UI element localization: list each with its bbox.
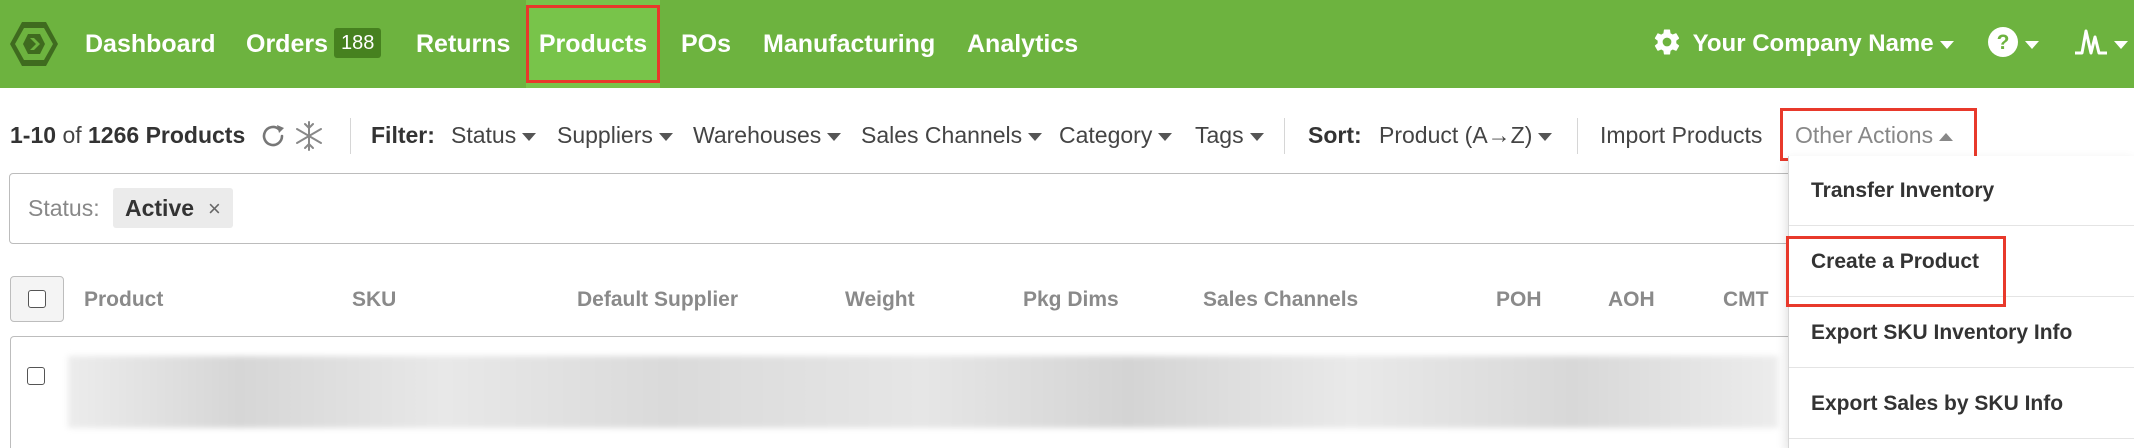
top-nav: Dashboard Orders 188 Returns Products POs…: [0, 0, 2134, 88]
col-product[interactable]: Product: [84, 286, 163, 314]
sort-value: Product (A→Z): [1379, 122, 1533, 148]
filter-label: Filter:: [371, 122, 435, 148]
sort-dropdown[interactable]: Product (A→Z): [1379, 118, 1553, 152]
nav-analytics[interactable]: Analytics: [967, 0, 1078, 88]
filter-category-label: Category: [1059, 122, 1153, 148]
nav-products[interactable]: Products: [526, 0, 660, 88]
col-cmt[interactable]: CMT: [1723, 286, 1769, 314]
gear-icon: [1654, 29, 1680, 55]
active-filter-chip: Active ×: [113, 188, 233, 228]
logo-icon[interactable]: [8, 18, 60, 70]
filter-sales-channels[interactable]: Sales Channels: [861, 118, 1043, 152]
menu-item-export-sku-inventory[interactable]: Export SKU Inventory Info: [1789, 298, 2134, 368]
refresh-icon[interactable]: [259, 122, 287, 150]
chevron-down-icon: [2025, 41, 2039, 50]
blurred-row-content: [68, 356, 1778, 428]
help-menu[interactable]: ?: [1987, 0, 2039, 88]
chevron-down-icon: [1158, 132, 1173, 141]
company-menu[interactable]: Your Company Name: [1652, 0, 1954, 88]
chevron-down-icon: [1028, 132, 1043, 141]
chevron-down-icon: [658, 132, 673, 141]
col-weight[interactable]: Weight: [845, 286, 915, 314]
nav-products-label: Products: [538, 30, 648, 58]
other-actions-button[interactable]: Other Actions: [1795, 118, 1954, 152]
filter-warehouses-label: Warehouses: [693, 122, 822, 148]
activity-icon: [2075, 29, 2107, 55]
nav-analytics-label: Analytics: [967, 30, 1079, 58]
active-filter-label: Status:: [28, 195, 100, 221]
import-products-label: Import Products: [1600, 122, 1763, 148]
import-products-button[interactable]: Import Products: [1600, 118, 1762, 152]
active-filters-bar: [9, 173, 1839, 244]
filter-warehouses[interactable]: Warehouses: [693, 118, 842, 152]
nav-returns[interactable]: Returns: [416, 0, 510, 88]
chevron-down-icon: [1538, 132, 1553, 141]
chevron-down-icon: [2114, 41, 2128, 50]
menu-item-create-product[interactable]: Create a Product: [1789, 227, 2134, 297]
nav-manufacturing[interactable]: Manufacturing: [763, 0, 935, 88]
svg-text:?: ?: [1997, 31, 2010, 54]
chevron-down-icon: [1249, 132, 1264, 141]
nav-dashboard-label: Dashboard: [85, 30, 216, 58]
nav-dashboard[interactable]: Dashboard: [85, 0, 216, 88]
col-poh[interactable]: POH: [1496, 286, 1542, 314]
filter-category[interactable]: Category: [1059, 118, 1173, 152]
remove-filter-icon[interactable]: ×: [208, 196, 221, 221]
nav-returns-label: Returns: [416, 30, 511, 58]
nav-pos-label: POs: [681, 30, 732, 58]
filter-tags[interactable]: Tags: [1195, 118, 1264, 152]
col-aoh[interactable]: AOH: [1608, 286, 1655, 314]
nav-orders-label: Orders: [246, 30, 328, 58]
col-sku[interactable]: SKU: [352, 286, 396, 314]
company-name: Your Company Name: [1692, 30, 1934, 57]
col-default-supplier[interactable]: Default Supplier: [577, 286, 738, 314]
active-filter-value: Active: [125, 195, 195, 221]
chevron-down-icon: [522, 132, 537, 141]
divider: [350, 118, 351, 154]
nav-pos[interactable]: POs: [681, 0, 731, 88]
row-checkbox[interactable]: [27, 367, 45, 385]
select-all-checkbox[interactable]: [28, 290, 46, 308]
user-menu[interactable]: [2074, 0, 2128, 88]
filter-suppliers-label: Suppliers: [557, 122, 653, 148]
filter-suppliers[interactable]: Suppliers: [557, 118, 673, 152]
filter-sales-channels-label: Sales Channels: [861, 122, 1023, 148]
col-sales-channels[interactable]: Sales Channels: [1203, 286, 1358, 314]
chevron-up-icon: [1939, 132, 1954, 141]
divider: [1577, 118, 1578, 154]
filter-status-label: Status: [451, 122, 517, 148]
count-of: of: [62, 122, 82, 148]
menu-item-export-sales-by-sku[interactable]: Export Sales by SKU Info: [1789, 369, 2134, 439]
question-circle-icon: ?: [1988, 27, 2018, 58]
chevron-down-icon: [827, 132, 842, 141]
count-range: 1-10: [10, 122, 57, 148]
nav-orders[interactable]: Orders 188: [246, 0, 382, 88]
product-count: 1-10 of 1266 Products: [10, 118, 245, 152]
filter-status[interactable]: Status: [451, 118, 537, 152]
menu-item-transfer-inventory[interactable]: Transfer Inventory: [1789, 156, 2134, 226]
other-actions-menu: Transfer Inventory Create a Product Expo…: [1788, 156, 2134, 448]
snowflake-icon[interactable]: [293, 120, 325, 152]
other-actions-label: Other Actions: [1795, 122, 1934, 148]
col-pkg-dims[interactable]: Pkg Dims: [1023, 286, 1119, 314]
select-all-wrap: [10, 276, 64, 322]
chevron-down-icon: [1939, 40, 1954, 49]
sort-label: Sort:: [1308, 122, 1362, 148]
divider: [1284, 118, 1285, 154]
count-total: 1266 Products: [88, 122, 246, 148]
nav-manufacturing-label: Manufacturing: [763, 30, 936, 58]
filter-tags-label: Tags: [1195, 122, 1244, 148]
orders-count-badge: 188: [333, 28, 382, 59]
